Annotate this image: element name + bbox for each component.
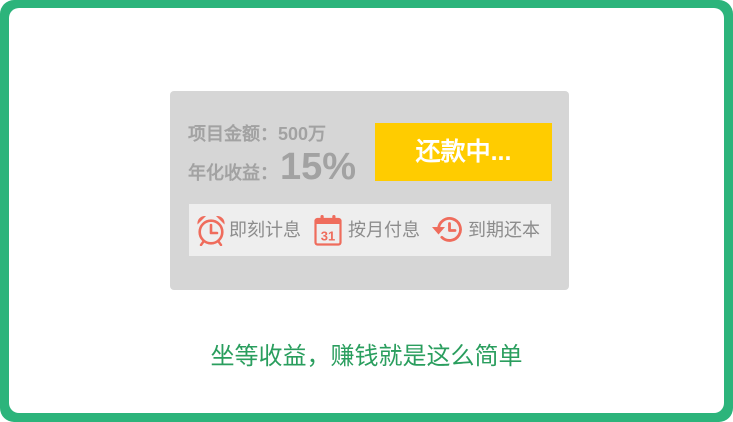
alarm-clock-icon <box>196 214 226 246</box>
feature-item-monthly-interest: 31 按月付息 <box>314 204 420 256</box>
calendar-icon: 31 <box>314 214 342 246</box>
repaying-status-button[interactable]: 还款中... <box>375 123 552 181</box>
investment-card: 项目金额：500万 年化收益： 15% 还款中... 即刻计息 31 按月付息 … <box>170 91 569 290</box>
feature-item-interest-immediately: 即刻计息 <box>196 204 301 256</box>
project-amount: 项目金额：500万 <box>188 123 326 145</box>
feature-label: 即刻计息 <box>229 220 301 240</box>
annual-rate-value: 15% <box>280 146 357 188</box>
feature-strip: 即刻计息 31 按月付息 到期还本 <box>189 204 551 256</box>
feature-label: 按月付息 <box>348 220 420 240</box>
calendar-day-number: 31 <box>321 229 335 244</box>
history-icon <box>431 215 463 245</box>
annual-rate-label: 年化收益： <box>188 163 278 183</box>
green-frame: 项目金额：500万 年化收益： 15% 还款中... 即刻计息 31 按月付息 … <box>0 0 733 422</box>
project-amount-label: 项目金额： <box>188 124 278 144</box>
annual-rate: 年化收益： 15% <box>188 146 356 188</box>
project-amount-value: 500万 <box>278 124 327 144</box>
slogan-text: 坐等收益，赚钱就是这么简单 <box>210 343 523 370</box>
feature-label: 到期还本 <box>468 220 540 240</box>
feature-item-principal-at-maturity: 到期还本 <box>431 204 540 256</box>
